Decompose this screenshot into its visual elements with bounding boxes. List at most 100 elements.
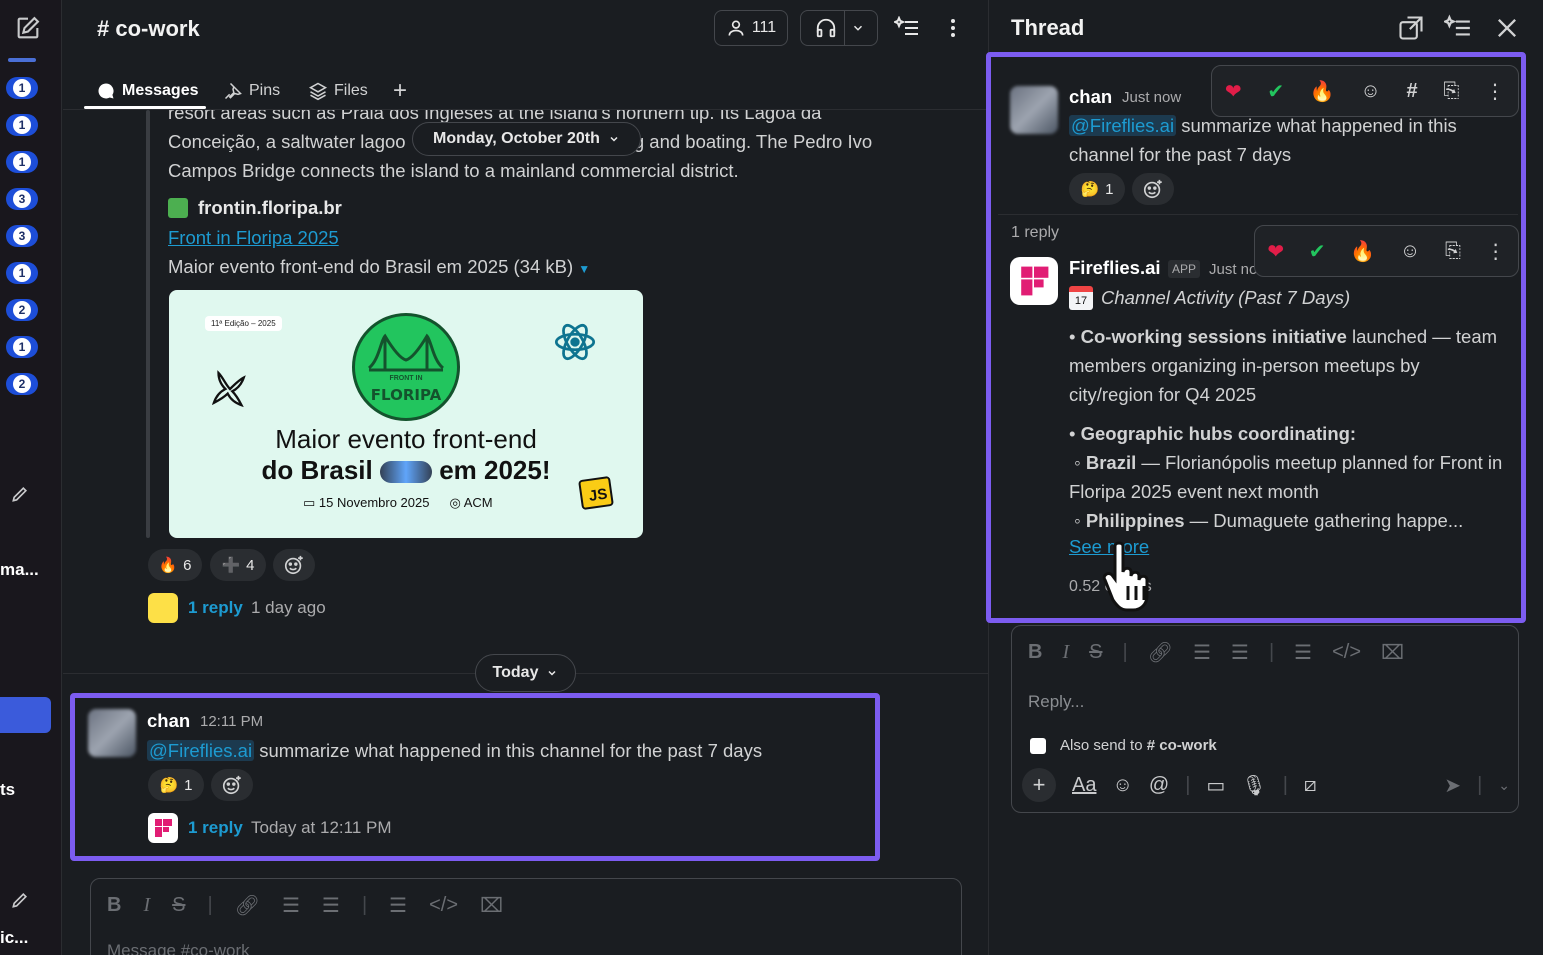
italic-icon[interactable]: I xyxy=(143,894,150,917)
preview-headline: Maior evento front-end xyxy=(275,424,537,454)
bulleted-list-icon[interactable]: ☰ xyxy=(322,893,340,918)
unread-badge[interactable]: 1 xyxy=(6,77,38,99)
heart-reaction-icon[interactable]: ❤ xyxy=(1267,239,1284,264)
message-time[interactable]: Just no xyxy=(1209,261,1257,278)
bookmark-icon[interactable]: ⎘ xyxy=(1443,80,1459,103)
reply-input[interactable]: Reply... xyxy=(1028,692,1084,712)
link-title[interactable]: Front in Floripa 2025 xyxy=(168,227,339,249)
blockquote-icon[interactable]: ☰ xyxy=(1294,640,1312,665)
unread-badge[interactable]: 3 xyxy=(6,188,38,210)
close-icon[interactable] xyxy=(1493,14,1521,42)
slash-command-icon[interactable]: ⧄ xyxy=(1304,774,1317,797)
reaction-fire[interactable]: 🔥 6 xyxy=(148,549,202,581)
unread-badge[interactable]: 1 xyxy=(6,336,38,358)
code-icon[interactable]: </> xyxy=(1332,641,1361,664)
edit-icon[interactable] xyxy=(10,484,30,504)
unread-badge[interactable]: 3 xyxy=(6,225,38,247)
unread-badge[interactable]: 2 xyxy=(6,299,38,321)
check-reaction-icon[interactable]: ✔ xyxy=(1267,79,1284,104)
reaction-thinking[interactable]: 🤔 1 xyxy=(1069,173,1125,205)
reaction-thinking[interactable]: 🤔 1 xyxy=(148,769,204,801)
message-input[interactable]: Message #co-work xyxy=(107,941,250,955)
rail-label[interactable]: ma... xyxy=(0,560,39,580)
plus-icon[interactable]: + xyxy=(1022,768,1056,802)
emoji-icon[interactable]: ☺ xyxy=(1112,774,1132,797)
bold-icon[interactable]: B xyxy=(107,894,121,917)
add-reaction-button[interactable] xyxy=(1132,173,1174,205)
message-author[interactable]: chan xyxy=(1069,86,1112,108)
reply-in-channel-icon[interactable]: # xyxy=(1407,80,1418,103)
reaction-plus[interactable]: ➕ 4 xyxy=(210,549,266,581)
code-block-icon[interactable]: ⌧ xyxy=(480,893,503,918)
members-button[interactable]: 111 xyxy=(714,10,788,46)
unread-badge[interactable]: 1 xyxy=(6,262,38,284)
channel-title[interactable]: # co-work xyxy=(97,16,200,42)
rail-label[interactable]: ic... xyxy=(0,928,28,948)
mention-icon[interactable]: @ xyxy=(1149,774,1169,797)
bulleted-list-icon[interactable]: ☰ xyxy=(1231,640,1249,665)
heart-reaction-icon[interactable]: ❤ xyxy=(1225,79,1242,104)
fire-reaction-icon[interactable]: 🔥 xyxy=(1310,79,1335,104)
pop-out-icon[interactable] xyxy=(1397,14,1425,42)
rail-label[interactable]: ts xyxy=(0,780,15,800)
mention[interactable]: @Fireflies.ai xyxy=(1069,115,1177,136)
date-divider-pill[interactable]: Monday, October 20th xyxy=(412,122,641,156)
italic-icon[interactable]: I xyxy=(1062,641,1069,664)
blockquote-icon[interactable]: ☰ xyxy=(389,893,407,918)
list-sparkle-icon[interactable] xyxy=(1444,14,1472,42)
video-icon[interactable]: ▭ xyxy=(1206,773,1225,798)
more-options-icon[interactable] xyxy=(941,14,965,42)
reply-time: Today at 12:11 PM xyxy=(251,818,392,837)
rail-active-item[interactable] xyxy=(0,697,51,733)
channel-details-button[interactable] xyxy=(889,10,925,46)
message-time[interactable]: Just now xyxy=(1122,89,1181,106)
check-reaction-icon[interactable]: ✔ xyxy=(1309,239,1326,264)
huddle-button[interactable] xyxy=(800,10,878,46)
fire-reaction-icon[interactable]: 🔥 xyxy=(1350,239,1375,264)
also-send-option[interactable]: Also send to # co-work xyxy=(1030,737,1217,754)
avatar[interactable] xyxy=(88,709,136,757)
add-reaction-button[interactable] xyxy=(273,549,315,581)
reply-link[interactable]: 1 reply xyxy=(188,818,243,838)
more-options-icon[interactable]: ⋮ xyxy=(1485,79,1505,104)
mention[interactable]: @Fireflies.ai xyxy=(147,740,255,761)
unread-badge[interactable]: 1 xyxy=(6,151,38,173)
avatar[interactable] xyxy=(1010,86,1058,134)
fireflies-avatar[interactable] xyxy=(1010,257,1058,305)
also-send-checkbox[interactable] xyxy=(1030,737,1046,754)
formatting-toggle-icon[interactable]: Aa xyxy=(1072,774,1096,797)
link-icon[interactable]: 🔗︎ xyxy=(235,893,260,918)
edit-icon[interactable] xyxy=(10,890,30,910)
link-preview-image[interactable]: 11ª Edição – 2025 FRONT IN FLORIPA Maior… xyxy=(169,290,643,538)
numbered-list-icon[interactable]: ☰ xyxy=(1193,640,1211,665)
message-text: @Fireflies.ai summarize what happened in… xyxy=(147,740,763,761)
message-author[interactable]: chan xyxy=(147,710,190,732)
unread-badge[interactable]: 2 xyxy=(6,373,38,395)
code-block-icon[interactable]: ⌧ xyxy=(1381,640,1404,665)
code-icon[interactable]: </> xyxy=(429,894,458,917)
reply-link[interactable]: 1 reply xyxy=(188,598,243,618)
link-icon[interactable]: 🔗︎ xyxy=(1148,640,1173,665)
thread-title: Thread xyxy=(1011,15,1085,40)
bold-icon[interactable]: B xyxy=(1028,641,1042,664)
bookmark-icon[interactable]: ⎘ xyxy=(1445,240,1461,263)
chevron-down-icon[interactable]: ⌄ xyxy=(1498,777,1510,794)
bot-name[interactable]: Fireflies.ai xyxy=(1069,257,1161,279)
unread-badge[interactable]: 1 xyxy=(6,114,38,136)
bridge-icon xyxy=(367,333,445,372)
compose-icon[interactable] xyxy=(14,14,42,42)
add-emoji-icon[interactable]: ☺ xyxy=(1400,240,1420,263)
microphone-icon[interactable]: 🎙︎ xyxy=(1241,773,1266,798)
more-options-icon[interactable]: ⋮ xyxy=(1486,239,1506,264)
strikethrough-icon[interactable]: S xyxy=(172,894,185,917)
numbered-list-icon[interactable]: ☰ xyxy=(282,893,300,918)
fireflies-logo-icon xyxy=(155,819,172,837)
add-emoji-icon[interactable]: ☺ xyxy=(1360,80,1380,103)
send-icon[interactable]: ➤ xyxy=(1444,773,1461,798)
add-reaction-button[interactable] xyxy=(211,769,253,801)
message-time[interactable]: 12:11 PM xyxy=(200,713,263,730)
fireflies-logo-icon xyxy=(1021,266,1049,296)
strikethrough-icon[interactable]: S xyxy=(1089,641,1102,664)
caret-down-icon[interactable]: ▼ xyxy=(578,262,590,276)
today-divider-pill[interactable]: Today xyxy=(475,654,576,692)
